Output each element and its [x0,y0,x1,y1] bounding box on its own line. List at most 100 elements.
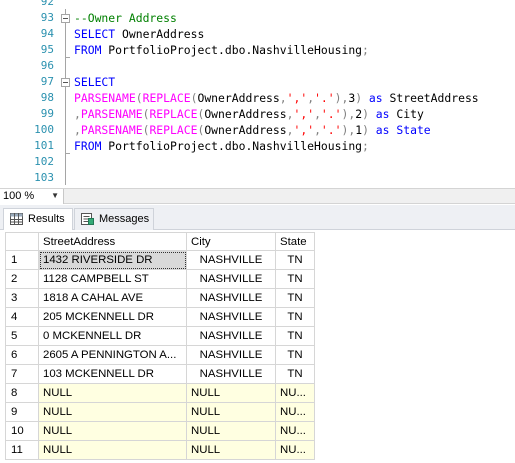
cell-city[interactable]: NULL [186,402,276,422]
cell-city[interactable]: NULL [186,440,276,460]
row-number[interactable]: 5 [5,326,39,346]
code-line[interactable]: SELECT [74,74,115,90]
table-row[interactable]: 2 1128 CAMPBELL ST NASHVILLE TN [5,269,315,289]
cell-city[interactable]: NASHVILLE [186,364,276,384]
line-number: 92 [40,0,54,8]
code-line[interactable]: FROM PortfolioProject.dbo.NashvilleHousi… [74,42,369,58]
code-token: as [362,91,383,105]
code-line[interactable]: FROM PortfolioProject.dbo.NashvilleHousi… [74,138,369,154]
messages-icon [81,213,94,225]
chevron-down-icon[interactable]: ▼ [51,189,59,203]
code-token: PARSENAME [80,123,143,137]
code-token: State [389,123,431,137]
cell-state[interactable]: TN [275,288,315,308]
column-header-city[interactable]: City [186,232,276,251]
cell-city[interactable]: NASHVILLE [186,326,276,346]
row-number[interactable]: 8 [5,383,39,403]
table-row[interactable]: 4 205 MCKENNELL DR NASHVILLE TN [5,307,315,327]
results-grid[interactable]: StreetAddress City State 1 1432 RIVERSIDE… [5,232,315,460]
code-token: PortfolioProject.dbo.NashvilleHousing [101,43,363,57]
row-number[interactable]: 2 [5,269,39,289]
code-token: REPLACE [149,123,198,137]
table-row[interactable]: 7 103 MCKENNELL DR NASHVILLE TN [5,364,315,384]
cell-streetaddress[interactable]: NULL [38,402,187,422]
cell-state[interactable]: NU... [275,383,315,403]
cell-city[interactable]: NULL [186,383,276,403]
cell-state[interactable]: TN [275,345,315,365]
code-line[interactable]: ,PARSENAME(REPLACE(OwnerAddress,',','.')… [74,106,424,122]
cell-state[interactable]: NU... [275,421,315,441]
code-line[interactable]: PARSENAME(REPLACE(OwnerAddress,',','.'),… [74,90,479,106]
tab-label: Messages [99,213,150,225]
results-tab-strip: Results Messages [0,205,515,230]
cell-streetaddress[interactable]: NULL [38,421,187,441]
tab-results[interactable]: Results [3,208,73,230]
cell-streetaddress[interactable]: 103 MCKENNELL DR [38,364,187,384]
collapse-icon[interactable] [61,78,70,87]
cell-city[interactable]: NASHVILLE [186,269,276,289]
code-token: SELECT [74,75,116,89]
cell-city[interactable]: NASHVILLE [186,345,276,365]
code-line[interactable]: ,PARSENAME(REPLACE(OwnerAddress,',','.')… [74,122,431,138]
cell-streetaddress[interactable]: 1432 RIVERSIDE DR [38,250,187,270]
line-number-gutter: 92 93 94 95 96 97 98 99 100 101 102 103 [0,0,58,188]
cell-streetaddress[interactable]: 0 MCKENNELL DR [38,326,187,346]
line-number: 100 [34,123,54,136]
cell-state[interactable]: NU... [275,440,315,460]
cell-state[interactable]: TN [275,269,315,289]
line-number: 94 [40,27,54,40]
cell-streetaddress[interactable]: NULL [38,383,187,403]
tab-messages[interactable]: Messages [74,208,154,230]
row-number[interactable]: 4 [5,307,39,327]
table-row[interactable]: 1 1432 RIVERSIDE DR NASHVILLE TN [5,250,315,270]
cell-streetaddress[interactable]: 205 MCKENNELL DR [38,307,187,327]
line-number: 99 [40,107,54,120]
table-row[interactable]: 8 NULL NULL NU... [5,383,315,403]
table-row[interactable]: 3 1818 A CAHAL AVE NASHVILLE TN [5,288,315,308]
cell-city[interactable]: NASHVILLE [186,307,276,327]
code-token: OwnerAddress [197,91,280,105]
column-header-state[interactable]: State [275,232,315,251]
table-row[interactable]: 50 MCKENNELL DR NASHVILLE TN [5,326,315,346]
cell-state[interactable]: TN [275,364,315,384]
code-token: , [314,123,321,137]
row-number[interactable]: 3 [5,288,39,308]
row-number[interactable]: 1 [5,250,39,270]
cell-city[interactable]: NULL [186,421,276,441]
row-number-header[interactable] [5,232,39,251]
row-number[interactable]: 9 [5,402,39,422]
row-number[interactable]: 6 [5,345,39,365]
cell-streetaddress[interactable]: 1128 CAMPBELL ST [38,269,187,289]
collapse-icon[interactable] [61,14,70,23]
code-line[interactable]: SELECT OwnerAddress [74,26,204,42]
code-token: , [74,123,81,137]
line-number: 95 [40,43,54,56]
table-row[interactable]: 11 NULL NULL NU... [5,440,315,460]
column-header-streetaddress[interactable]: StreetAddress [38,232,187,251]
code-token: PARSENAME [80,107,143,121]
cell-state[interactable]: TN [275,250,315,270]
change-tracking-bar [58,0,64,188]
sql-editor[interactable]: 92 93 94 95 96 97 98 99 100 101 102 103 --Owner Add… [0,0,515,188]
cell-city[interactable]: NASHVILLE [186,250,276,270]
row-number[interactable]: 11 [5,440,39,460]
row-number[interactable]: 10 [5,421,39,441]
table-row[interactable]: 10 NULL NULL NU... [5,421,315,441]
table-row[interactable]: 6 2605 A PENNINGTON A... NASHVILLE TN [5,345,315,365]
code-token: ; [362,43,369,57]
cell-streetaddress[interactable]: 2605 A PENNINGTON A... [38,345,187,365]
table-row[interactable]: 9 NULL NULL NU... [5,402,315,422]
code-token: ) [362,107,369,121]
cell-state[interactable]: TN [275,307,315,327]
zoom-dropdown[interactable]: 100 % ▼ [0,189,64,204]
code-line[interactable]: --Owner Address [74,10,177,26]
cell-streetaddress[interactable]: 1818 A CAHAL AVE [38,288,187,308]
line-number: 93 [40,11,54,24]
code-token: REPLACE [149,107,198,121]
cell-state[interactable]: TN [275,326,315,346]
outline-end-marker [65,153,70,154]
cell-state[interactable]: NU... [275,402,315,422]
cell-streetaddress[interactable]: NULL [38,440,187,460]
row-number[interactable]: 7 [5,364,39,384]
cell-city[interactable]: NASHVILLE [186,288,276,308]
